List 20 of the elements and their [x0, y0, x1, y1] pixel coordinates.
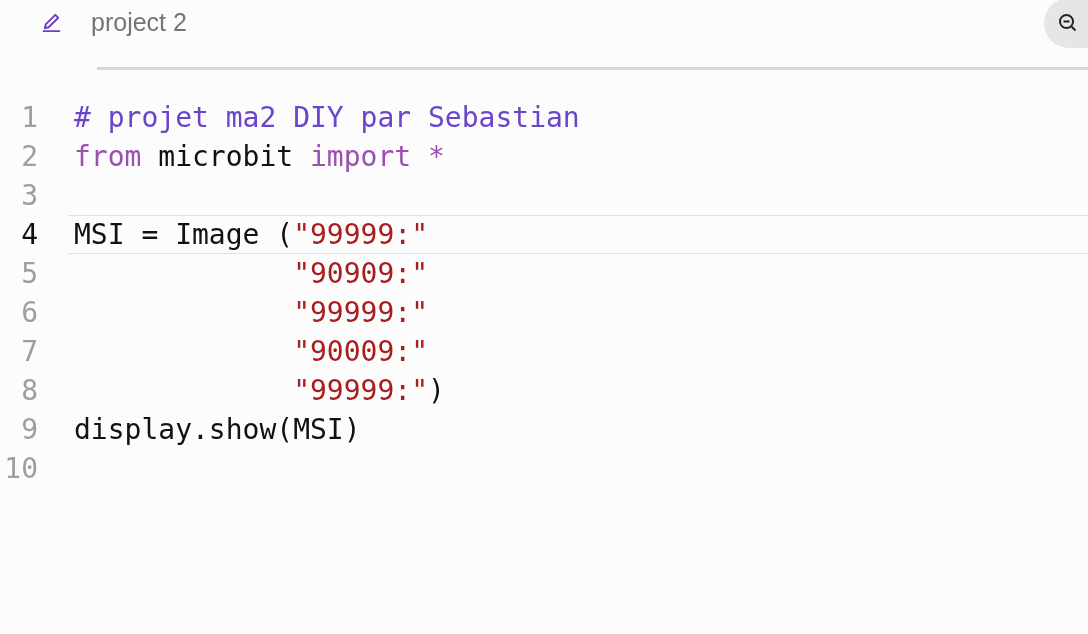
code-line: display.show(MSI): [74, 412, 361, 447]
line-number: 2: [20, 140, 38, 173]
line-number: 5: [20, 257, 38, 290]
project-title[interactable]: project 2: [91, 7, 187, 37]
line-number: 10: [3, 452, 38, 485]
code-line: "99999:": [292, 295, 428, 330]
code-line: from microbit import *: [74, 139, 445, 174]
line-number: 1: [20, 101, 38, 134]
code-line: "90009:": [292, 334, 428, 369]
line-number: 8: [20, 374, 38, 407]
line-number: 9: [20, 413, 38, 446]
line-number: 7: [20, 335, 38, 368]
line-number: 6: [20, 296, 38, 329]
line-number: 4: [20, 218, 38, 251]
line-number: 3: [20, 179, 38, 212]
code-line: "99999:"): [292, 373, 445, 408]
code-line: # projet ma2 DIY par Sebastian: [74, 100, 580, 135]
zoom-out-icon: [1058, 13, 1078, 33]
code-line: MSI = Image ("99999:": [74, 217, 428, 252]
code-line: "90909:": [292, 256, 428, 291]
